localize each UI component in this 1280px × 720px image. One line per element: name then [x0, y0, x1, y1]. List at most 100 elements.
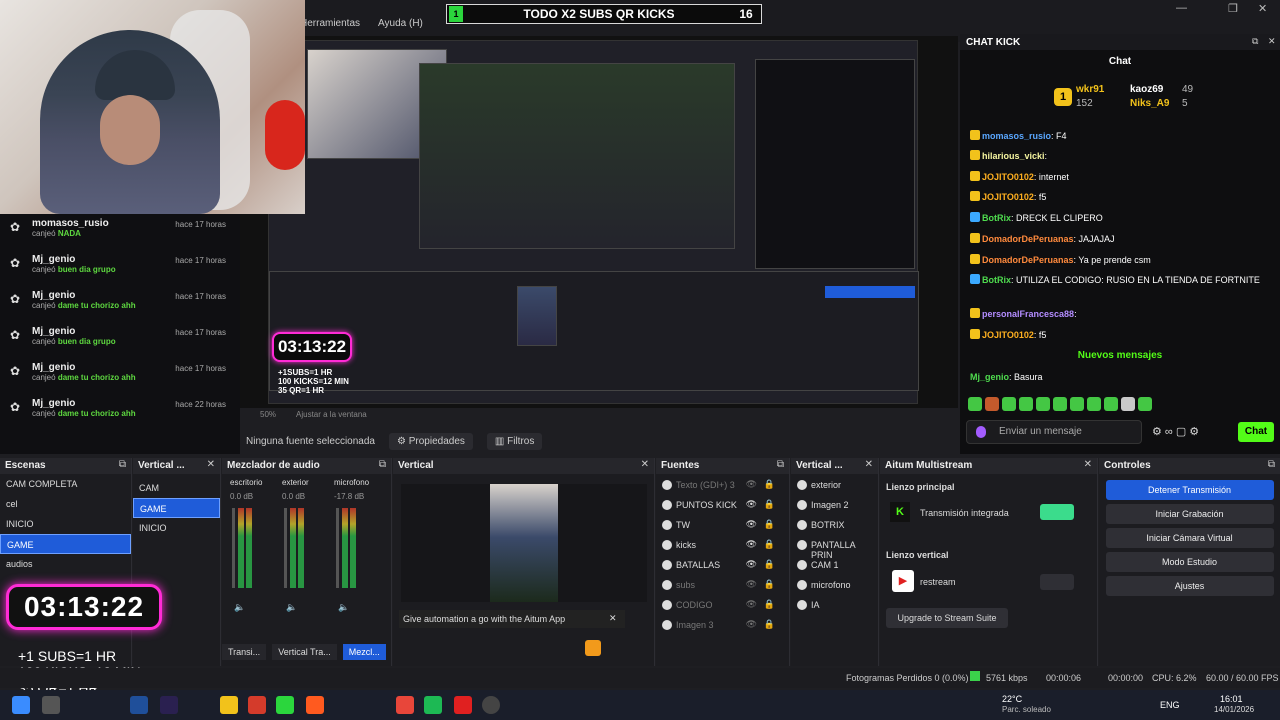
vertical-source-item[interactable]: microfono [791, 576, 878, 596]
tab-transitions[interactable]: Transi... [222, 644, 267, 660]
zoom-fit[interactable]: Ajustar a la ventana [296, 410, 367, 419]
source-item[interactable]: Texto (GDI+) 3 👁 🔒 [656, 476, 789, 496]
clock-date[interactable]: 14/01/2026 [1214, 705, 1254, 714]
lock-icon[interactable]: 🔒 [764, 499, 775, 510]
lock-icon[interactable]: 🔒 [764, 519, 775, 530]
control-button[interactable]: Iniciar Cámara Virtual [1105, 528, 1274, 548]
scene-item[interactable]: GAME [0, 534, 131, 554]
vertical-canvas-label: Lienzo vertical [886, 550, 949, 560]
explorer-icon[interactable] [220, 696, 238, 714]
feed-item: ✿ Mj_genio canjeó dame tu chorizo ahh hace … [0, 286, 240, 322]
vertical-title: Vertical ✕ [393, 458, 654, 474]
scenes-dock: Escenas ⧉ CAM COMPLETA cel INICIO GAME audios [0, 458, 132, 666]
premiere-icon[interactable] [160, 696, 178, 714]
upgrade-button[interactable]: Upgrade to Stream Suite [886, 608, 1008, 628]
photoshop-icon[interactable] [130, 696, 148, 714]
visibility-icon[interactable]: 👁 [746, 579, 757, 590]
volume-meter [246, 508, 252, 588]
control-button[interactable]: Detener Transmisión [1105, 480, 1274, 500]
mic-icon[interactable] [976, 426, 986, 438]
vertical-scene-item[interactable]: CAM [133, 478, 220, 498]
tab-mixer[interactable]: Mezcl... [342, 644, 386, 660]
source-item[interactable]: TW 👁 🔒 [656, 516, 789, 536]
main-output-toggle[interactable] [1040, 504, 1074, 520]
volume-slider[interactable] [284, 508, 287, 588]
visibility-icon[interactable]: 👁 [746, 519, 757, 530]
scene-item[interactable]: INICIO [0, 514, 131, 534]
clock-time[interactable]: 16:01 [1220, 694, 1243, 704]
chat-input[interactable]: Enviar un mensaje [966, 420, 1142, 444]
maximize-icon[interactable]: ❐ [1228, 2, 1238, 15]
feed-item: ✿ Mj_genio canjeó dame tu chorizo ahh hace … [0, 358, 240, 394]
volume-slider[interactable] [232, 508, 235, 588]
speaker-icon[interactable]: 🔈 [338, 602, 349, 613]
leader-3-pts: 5 [1182, 98, 1188, 109]
chat-send-button[interactable]: Chat [1238, 422, 1274, 442]
visibility-icon[interactable]: 👁 [746, 499, 757, 510]
source-item[interactable]: subs 👁 🔒 [656, 576, 789, 596]
vertical-scene-item[interactable]: INICIO [133, 518, 220, 538]
banner-close-icon[interactable]: ✕ [609, 613, 617, 624]
lock-icon[interactable]: 🔒 [764, 479, 775, 490]
speaker-icon[interactable]: 🔈 [286, 602, 297, 613]
obs-icon[interactable] [482, 696, 500, 714]
scene-item[interactable]: CAM COMPLETA [0, 474, 131, 494]
visibility-icon[interactable]: 👁 [746, 559, 757, 570]
emote-row[interactable] [968, 397, 1152, 411]
kick-app-icon[interactable] [276, 696, 294, 714]
vertical-source-item[interactable]: CAM 1 [791, 556, 878, 576]
control-button[interactable]: Ajustes [1105, 576, 1274, 596]
vertical-source-item[interactable]: Imagen 2 [791, 496, 878, 516]
source-item[interactable]: BATALLAS 👁 🔒 [656, 556, 789, 576]
mixer-channel-name: escritorio [230, 478, 263, 487]
source-item[interactable]: CODIGO 👁 🔒 [656, 596, 789, 616]
vertical-output-toggle[interactable] [1040, 574, 1074, 590]
settings-icon[interactable]: ⚙ ∞ ▢ ⚙ [1152, 425, 1199, 438]
close-icon[interactable]: ✕ [1258, 2, 1267, 15]
vertical-source-item[interactable]: exterior [791, 476, 878, 496]
chat-float-icon[interactable]: ⧉ [1252, 36, 1258, 47]
properties-button[interactable]: ⚙ Propiedades [388, 432, 473, 450]
scene-item[interactable]: audios [0, 554, 131, 574]
app-icon[interactable] [454, 696, 472, 714]
new-messages-divider[interactable]: Nuevos mensajes [960, 350, 1280, 361]
tab-vertical-transitions[interactable]: Vertical Tra... [272, 644, 337, 660]
visibility-icon[interactable]: 👁 [746, 539, 757, 550]
minimize-icon[interactable]: — [1176, 2, 1187, 14]
lock-icon[interactable]: 🔒 [764, 539, 775, 550]
taskbar [0, 690, 1280, 720]
menu-item-tools[interactable]: Herramientas [300, 18, 360, 29]
speaker-icon[interactable]: 🔈 [234, 602, 245, 613]
start-icon[interactable] [12, 696, 30, 714]
zoom-level[interactable]: 50% [260, 410, 276, 419]
lock-icon[interactable]: 🔒 [764, 579, 775, 590]
menu-item-help[interactable]: Ayuda (H) [378, 18, 423, 29]
lock-icon[interactable]: 🔒 [764, 559, 775, 570]
chrome-icon[interactable] [396, 696, 414, 714]
volume-slider[interactable] [336, 508, 339, 588]
app-icon[interactable] [248, 696, 266, 714]
vertical-source-item[interactable]: BOTRIX [791, 516, 878, 536]
source-item[interactable]: kicks 👁 🔒 [656, 536, 789, 556]
source-item[interactable]: Imagen 3 👁 🔒 [656, 616, 789, 636]
spotify-icon[interactable] [424, 696, 442, 714]
search-icon[interactable] [42, 696, 60, 714]
control-button[interactable]: Iniciar Grabación [1105, 504, 1274, 524]
scene-item[interactable]: cel [0, 494, 131, 514]
language[interactable]: ENG [1160, 700, 1180, 710]
lock-icon[interactable]: 🔒 [764, 599, 775, 610]
filters-button[interactable]: ▥ Filtros [486, 432, 543, 450]
control-button[interactable]: Modo Estudio [1105, 552, 1274, 572]
vertical-scene-item[interactable]: GAME [133, 498, 220, 518]
aitum-settings-icon[interactable] [585, 640, 601, 656]
vertical-source-item[interactable]: PANTALLA PRIN [791, 536, 878, 560]
visibility-icon[interactable]: 👁 [746, 479, 757, 490]
source-item[interactable]: PUNTOS KICK 👁 🔒 [656, 496, 789, 516]
visibility-icon[interactable]: 👁 [746, 619, 757, 630]
vertical-source-item[interactable]: IA [791, 596, 878, 616]
vertical-canvas[interactable] [490, 484, 558, 602]
chat-close-icon[interactable]: ✕ [1268, 36, 1276, 47]
brave-icon[interactable] [306, 696, 324, 714]
lock-icon[interactable]: 🔒 [764, 619, 775, 630]
visibility-icon[interactable]: 👁 [746, 599, 757, 610]
